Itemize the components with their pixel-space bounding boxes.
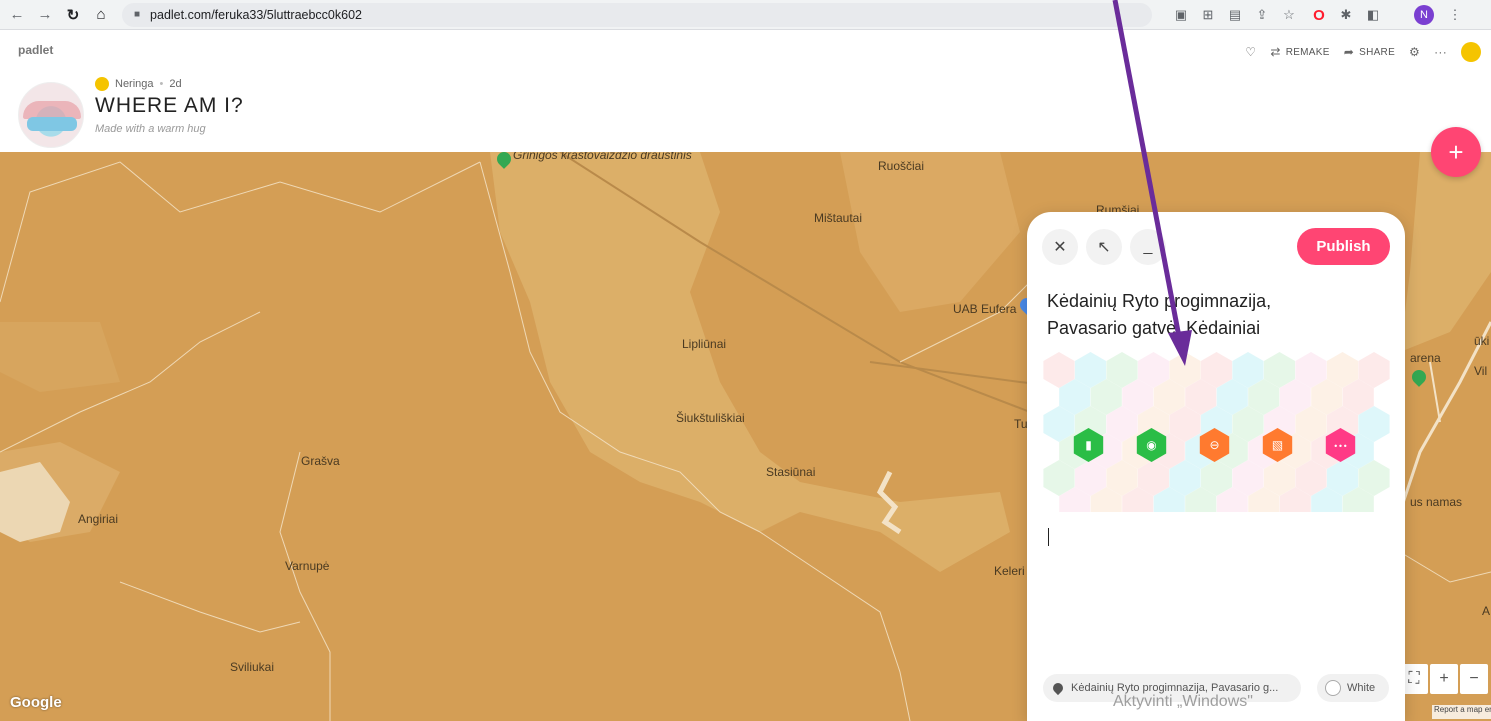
place-label: Tu xyxy=(1014,417,1028,431)
separator-dot: • xyxy=(159,78,164,90)
puzzle-icon[interactable]: ✱ xyxy=(1335,4,1357,26)
place-label: Sviliukai xyxy=(230,660,275,674)
address-bar[interactable]: ■ padlet.com/feruka33/5luttraebcc0k602 xyxy=(122,2,1152,27)
place-label: arena xyxy=(1410,351,1441,365)
place-label: Vil xyxy=(1474,364,1488,378)
author-name: Neringa xyxy=(115,78,154,90)
location-pin-icon xyxy=(1050,680,1066,696)
svg-text:▧: ▧ xyxy=(1272,438,1283,452)
author-line: Neringa • 2d xyxy=(95,77,182,91)
place-label: Šiukštuliškiai xyxy=(676,411,745,425)
place-label: ūki xyxy=(1474,334,1490,348)
color-swatch xyxy=(1325,680,1341,696)
google-logo[interactable]: Google xyxy=(10,694,62,711)
home-icon[interactable]: ⌂ xyxy=(90,4,112,26)
svg-text:◉: ◉ xyxy=(1146,438,1156,452)
svg-text:•••: ••• xyxy=(1333,442,1347,451)
close-icon[interactable]: ✕ xyxy=(1042,229,1078,265)
lock-icon: ■ xyxy=(134,9,141,20)
padlet-header: padlet ♡ ⇄ REMAKE ➦ SHARE ⚙ ··· Neringa • … xyxy=(0,30,1491,152)
minimize-icon[interactable]: _ xyxy=(1130,229,1166,265)
star-icon[interactable]: ☆ xyxy=(1278,4,1300,26)
place-label: Ruoščiai xyxy=(878,159,925,173)
screen: ← → ↻ ⌂ ■ padlet.com/feruka33/5luttraebc… xyxy=(0,0,1491,721)
publish-button[interactable]: Publish xyxy=(1297,228,1390,265)
place-label: Mištautai xyxy=(814,211,863,225)
report-map-error-link[interactable]: Report a map error xyxy=(1432,705,1491,719)
place-label: Varnupė xyxy=(285,559,330,573)
place-label: us namas xyxy=(1410,495,1463,509)
reload-icon[interactable]: ↻ xyxy=(62,4,84,26)
place-label: Lipliūnai xyxy=(682,337,727,351)
profile-avatar[interactable]: N xyxy=(1414,5,1434,25)
browser-toolbar: ← → ↻ ⌂ ■ padlet.com/feruka33/5luttraebc… xyxy=(0,0,1491,30)
back-icon[interactable]: ← xyxy=(6,4,28,26)
menu-icon[interactable]: ⋮ xyxy=(1444,4,1466,26)
share-button[interactable]: ➦ SHARE xyxy=(1344,45,1395,59)
add-post-button[interactable]: + xyxy=(1431,127,1481,177)
author-avatar xyxy=(95,77,109,91)
place-label: A xyxy=(1482,604,1491,618)
user-avatar[interactable] xyxy=(1461,42,1481,62)
gear-icon[interactable]: ⚙ xyxy=(1409,45,1420,59)
remake-button[interactable]: ⇄ REMAKE xyxy=(1270,45,1329,59)
share-arrow-icon: ➦ xyxy=(1343,45,1355,59)
header-actions: ♡ ⇄ REMAKE ➦ SHARE ⚙ ··· xyxy=(1245,42,1481,62)
remake-icon: ⇄ xyxy=(1270,45,1281,59)
place-label: Keleri xyxy=(994,564,1025,578)
wall-cover-image xyxy=(18,82,84,148)
place-label: UAB Eufera xyxy=(953,302,1017,316)
post-composer: ✕ ↖ _ Publish Kėdainių Ryto progimnazija… xyxy=(1027,212,1405,721)
heart-icon[interactable]: ♡ xyxy=(1245,45,1256,59)
zoom-in-button[interactable]: + xyxy=(1430,664,1458,694)
svg-text:▮: ▮ xyxy=(1085,438,1092,452)
attachment-picker: ▮ ◉ ⊖ ▧ ••• xyxy=(1043,352,1390,512)
padlet-logo[interactable]: padlet xyxy=(18,43,53,57)
post-age: 2d xyxy=(169,78,182,90)
cast-icon[interactable]: ▣ xyxy=(1170,4,1192,26)
expand-icon[interactable]: ↖ xyxy=(1086,229,1122,265)
translate-icon[interactable]: ▤ xyxy=(1224,4,1246,26)
body-text-cursor xyxy=(1048,528,1049,546)
wall-subtitle: Made with a warm hug xyxy=(95,123,206,135)
sidebar-icon[interactable]: ◧ xyxy=(1362,4,1384,26)
svg-text:⊖: ⊖ xyxy=(1209,438,1219,452)
windows-activation-watermark: Aktyvinti „Windows" xyxy=(1113,693,1253,710)
share-icon[interactable]: ⇪ xyxy=(1251,4,1273,26)
place-label: Grašva xyxy=(301,454,340,468)
post-color-button[interactable]: White xyxy=(1317,674,1389,702)
place-label: Grinigos kraštovaizdžio draustinis xyxy=(513,152,692,162)
opera-icon[interactable]: O xyxy=(1308,4,1330,26)
zoom-out-button[interactable]: − xyxy=(1460,664,1488,694)
wall-title: WHERE AM I? xyxy=(95,94,244,117)
url-text: padlet.com/feruka33/5luttraebcc0k602 xyxy=(150,7,362,22)
place-label: Angiriai xyxy=(78,512,119,526)
place-label: Stasiūnai xyxy=(766,465,816,479)
install-icon[interactable]: ⊞ xyxy=(1197,4,1219,26)
forward-icon[interactable]: → xyxy=(34,4,56,26)
post-title-field[interactable]: Kėdainių Ryto progimnazija, Pavasario ga… xyxy=(1047,288,1347,342)
more-options-icon[interactable]: ··· xyxy=(1434,45,1447,59)
